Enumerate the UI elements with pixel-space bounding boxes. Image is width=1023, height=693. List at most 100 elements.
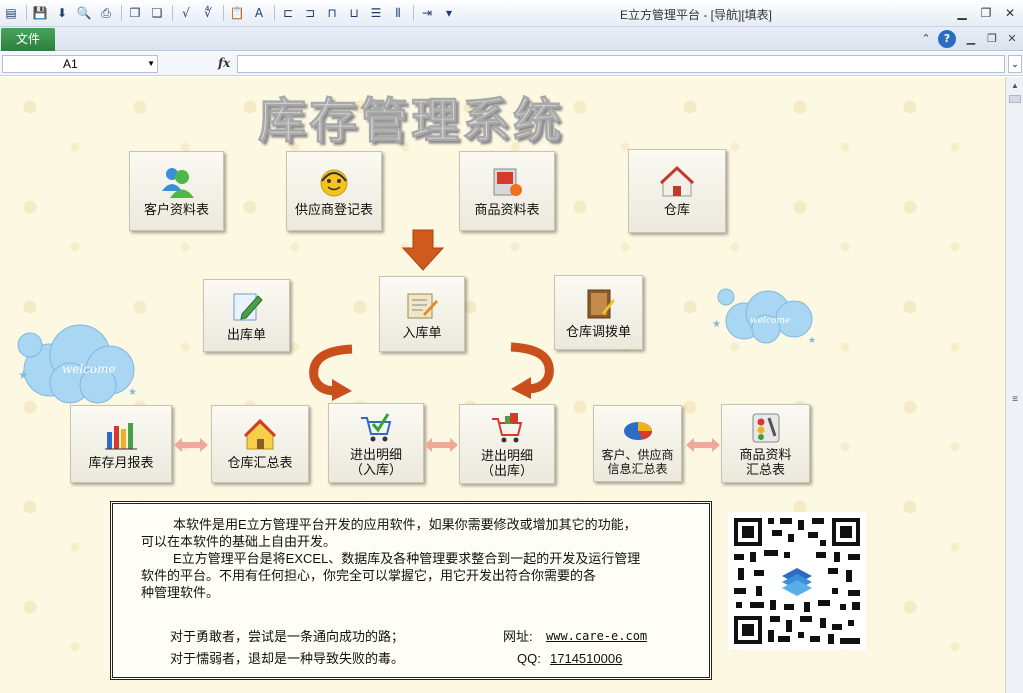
separator — [172, 5, 173, 21]
customize-dropdown-icon[interactable]: ▾ — [440, 4, 458, 22]
insert-function-button[interactable]: fx — [218, 56, 230, 70]
align-top-icon[interactable]: ⊓ — [323, 4, 341, 22]
expand-formula-icon[interactable]: ⌄ — [1008, 55, 1022, 73]
scroll-up-icon[interactable]: ▲ — [1008, 79, 1022, 93]
warehouse-summary-button[interactable]: 仓库汇总表 — [211, 405, 309, 483]
save-all-icon[interactable]: ⬇ — [53, 4, 71, 22]
vertical-scrollbar[interactable]: ▲ ≡ — [1005, 77, 1023, 693]
double-arrow-icon — [424, 438, 458, 452]
flow-curve-arrow-right — [510, 342, 554, 399]
align-left-icon[interactable]: ⊏ — [279, 4, 297, 22]
copy-window-icon[interactable]: ❐ — [126, 4, 144, 22]
name-box-dropdown-icon[interactable]: ▼ — [147, 56, 155, 72]
website-label: 网址: — [503, 629, 533, 644]
double-arrow-icon — [174, 438, 208, 452]
party-summary-button[interactable]: 客户、供应商 信息汇总表 — [593, 405, 682, 482]
warehouse-button[interactable]: 仓库 — [628, 149, 726, 233]
page-title: 库存管理系统 — [257, 93, 565, 150]
file-tab[interactable]: 文件 — [1, 28, 55, 51]
detail-outbound-button[interactable]: 进出明细 （出库） — [459, 404, 555, 484]
minimize-icon[interactable]: ▁ — [951, 4, 973, 22]
doc-minimize-icon[interactable]: ▁ — [962, 30, 980, 48]
info-box: 本软件是用E立方管理平台开发的应用软件，如果你需要修改或增加其它的功能， 可以在… — [110, 501, 712, 680]
help-icon[interactable]: ? — [938, 30, 956, 48]
distribute-icon[interactable]: ☰ — [367, 4, 385, 22]
formula-clear-icon[interactable]: ∜ — [199, 4, 217, 22]
formula-check-icon[interactable]: √ — [177, 4, 195, 22]
formula-input[interactable] — [237, 55, 1005, 73]
inbound-order-button[interactable]: 入库单 — [379, 276, 465, 352]
paste-window-icon[interactable]: ❏ — [148, 4, 166, 22]
doc-restore-icon[interactable]: ❐ — [983, 30, 1001, 48]
title-bar: ▤ 💾 ⬇ 🔍 ⎙ ❐ ❏ √ ∜ 📋 A ⊏ ⊐ ⊓ ⊔ ☰ ⫴ ⇥ ▾ E立… — [0, 0, 1023, 27]
button-label: 供应商登记表 — [294, 202, 373, 217]
close-icon[interactable]: ✕ — [999, 4, 1021, 22]
flow-curve-arrow-left — [309, 344, 353, 401]
button-label: 客户资料表 — [143, 202, 209, 217]
outbound-order-button[interactable]: 出库单 — [203, 279, 290, 352]
save-icon[interactable]: 💾 — [31, 4, 49, 22]
name-box-value: A1 — [63, 57, 78, 71]
users-icon — [161, 168, 194, 198]
svg-text:★: ★ — [128, 387, 137, 398]
text-icon[interactable]: A — [250, 4, 268, 22]
cart-check-icon — [361, 412, 392, 441]
headset-icon — [320, 169, 348, 197]
product-summary-button[interactable]: 商品资料 汇总表 — [721, 404, 810, 483]
doc-close-icon[interactable]: ✕ — [1003, 30, 1021, 48]
info-p2-line1: E立方管理平台是将EXCEL、数据库及各种管理要求整合到一起的开发及运行管理 — [173, 551, 641, 566]
preview-icon[interactable]: 🔍 — [75, 4, 93, 22]
button-label: 客户、供应商 信息汇总表 — [601, 448, 674, 476]
website-link[interactable]: www.care-e.com — [546, 628, 647, 645]
welcome-cloud-left: welcome ★ ★ — [17, 324, 137, 404]
cloud-text: welcome — [62, 362, 116, 376]
clipboard-icon[interactable]: 📋 — [228, 4, 246, 22]
qq-link[interactable]: 1714510006 — [550, 650, 622, 667]
form-edit-icon — [407, 293, 438, 319]
button-label: 仓库调拨单 — [565, 323, 631, 339]
product-box-icon — [493, 168, 522, 196]
svg-text:★: ★ — [808, 335, 816, 345]
collapse-ribbon-icon[interactable]: ⌃ — [917, 30, 935, 48]
supplier-register-button[interactable]: 供应商登记表 — [286, 151, 382, 231]
customer-table-button[interactable]: 客户资料表 — [129, 151, 224, 231]
monthly-report-button[interactable]: 库存月报表 — [70, 405, 172, 483]
name-box[interactable]: A1 ▼ — [2, 55, 158, 73]
button-label: 仓库 — [663, 202, 690, 217]
exit-icon[interactable]: ⇥ — [418, 4, 436, 22]
button-label: 商品资料 汇总表 — [739, 447, 792, 477]
info-p2-line3: 种管理软件。 — [141, 585, 220, 600]
traffic-light-icon — [752, 413, 779, 443]
sheet-canvas: 库存管理系统 welcome ★ ★ welcome ★ ★ 客户资料表 供应商… — [0, 77, 1005, 693]
button-label: 出库单 — [226, 326, 266, 342]
shopping-cart-icon — [492, 412, 523, 442]
info-p1-line1: 本软件是用E立方管理平台开发的应用软件，如果你需要修改或增加其它的功能， — [173, 517, 637, 532]
home-icon — [243, 418, 277, 450]
scroll-thumb[interactable] — [1009, 95, 1021, 103]
transfer-order-button[interactable]: 仓库调拨单 — [554, 275, 643, 350]
button-label: 入库单 — [402, 325, 442, 340]
distribute-vertical-icon[interactable]: ⫴ — [389, 4, 407, 22]
formula-bar: A1 ▼ fx ⌄ — [0, 52, 1023, 76]
app-menu-icon[interactable]: ▤ — [2, 4, 20, 22]
separator — [274, 5, 275, 21]
button-label: 进出明细 （入库） — [349, 446, 402, 477]
double-arrow-icon — [686, 438, 720, 452]
bar-chart-icon — [105, 423, 137, 450]
notebook-icon — [587, 289, 615, 318]
house-icon — [660, 165, 694, 197]
align-right-icon[interactable]: ⊐ — [301, 4, 319, 22]
align-bottom-icon[interactable]: ⊔ — [345, 4, 363, 22]
print-icon[interactable]: ⎙ — [97, 4, 115, 22]
pie-chart-icon — [623, 422, 652, 440]
restore-icon[interactable]: ❐ — [975, 4, 997, 22]
button-label: 仓库汇总表 — [227, 455, 293, 470]
motto-line1: 对于勇敢者，尝试是一条通向成功的路； — [170, 629, 405, 644]
product-table-button[interactable]: 商品资料表 — [459, 151, 555, 231]
scroll-grip-icon: ≡ — [1012, 394, 1018, 405]
button-label: 库存月报表 — [88, 455, 154, 470]
separator — [413, 5, 414, 21]
detail-inbound-button[interactable]: 进出明细 （入库） — [328, 403, 424, 483]
button-label: 商品资料表 — [474, 202, 540, 217]
info-p2-line2: 软件的平台。不用有任何担心，你完全可以掌握它，用它开发出符合你需要的各 — [141, 568, 597, 583]
